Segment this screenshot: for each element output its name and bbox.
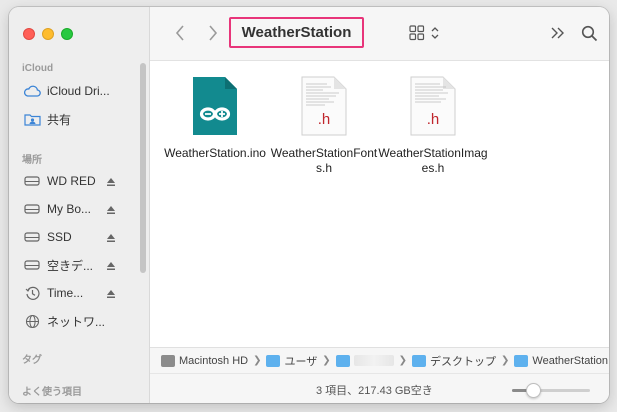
sidebar-item-ssd[interactable]: SSD (23, 227, 72, 247)
sidebar-item-label: SSD (47, 230, 72, 244)
sidebar-item-empty-disk[interactable]: 空きデ... (23, 255, 93, 275)
chevron-left-icon (175, 25, 184, 41)
finder-window: iCloud iCloud Dri... 共有 場所 WD RED My Bo.… (9, 7, 609, 403)
sidebar-item-label: WD RED (47, 174, 96, 188)
eject-icon[interactable] (106, 289, 116, 299)
toolbar: WeatherStation (150, 7, 609, 61)
arduino-file-icon (185, 74, 245, 138)
header-file-icon: .h (294, 74, 354, 138)
shared-folder-icon (23, 111, 41, 127)
search-icon (581, 25, 597, 41)
icon-size-slider[interactable] (512, 389, 590, 392)
sidebar-item-icloud-drive[interactable]: iCloud Dri... (23, 81, 110, 101)
status-text: 3 項目、217.43 GB空き (316, 385, 433, 397)
folder-icon (514, 354, 529, 367)
double-chevron-right-icon (551, 27, 564, 39)
network-icon (23, 313, 41, 329)
sidebar-scrollbar[interactable] (140, 63, 146, 273)
file-area[interactable]: WeatherStation.ino .h WeatherStationFont… (150, 62, 609, 347)
path-label: WeatherStation (532, 354, 609, 367)
window-controls (23, 28, 73, 40)
path-item[interactable]: Macintosh HD (161, 354, 249, 367)
back-button[interactable] (170, 23, 190, 43)
path-label: ユーザ (284, 355, 318, 368)
file-badge: .h (318, 111, 331, 128)
icon-view-grid-icon (409, 25, 439, 41)
path-bar: Macintosh HD ❯ ユーザ ❯ ❯ デスクトップ ❯ WeatherS… (150, 347, 609, 373)
file-name: WeatherStationFonts.h (270, 146, 378, 175)
file-name: WeatherStation.ino (164, 146, 266, 160)
folder-icon (266, 354, 281, 367)
sidebar-item-label: iCloud Dri... (47, 84, 110, 98)
file-item[interactable]: .h WeatherStationFonts.h (269, 74, 379, 176)
folder-icon (412, 354, 427, 367)
status-bar: 3 項目、217.43 GB空き (150, 373, 609, 403)
header-file-icon: .h (403, 74, 463, 138)
path-label: Macintosh HD (179, 354, 249, 367)
drive-icon (23, 257, 41, 273)
file-item[interactable]: .h WeatherStationImages.h (378, 74, 488, 176)
eject-icon[interactable] (106, 205, 116, 215)
sidebar-item-label: 共有 (47, 112, 72, 127)
minimize-button[interactable] (42, 28, 54, 40)
path-label: デスクトップ (430, 355, 497, 368)
redacted-user-name (353, 355, 394, 366)
path-item[interactable]: ユーザ (266, 353, 317, 369)
eject-icon[interactable] (106, 233, 116, 243)
sidebar-item-time-machine[interactable]: Time... (23, 283, 83, 303)
path-item[interactable]: デスクトップ (412, 353, 496, 369)
sidebar-item-label: My Bo... (47, 202, 92, 216)
slider-knob[interactable] (526, 383, 542, 398)
path-separator-icon: ❯ (398, 355, 408, 366)
window-title: WeatherStation (229, 17, 364, 48)
forward-button[interactable] (203, 23, 223, 43)
file-name: WeatherStationImages.h (378, 146, 488, 175)
path-separator-icon: ❯ (501, 355, 510, 366)
file-badge: .h (427, 111, 440, 128)
hard-disk-icon (161, 354, 175, 367)
sidebar-item-label: Time... (47, 286, 84, 300)
sidebar-heading-favorites: よく使う項目 (22, 387, 82, 398)
path-item[interactable]: WeatherStation (514, 354, 609, 367)
path-separator-icon: ❯ (253, 355, 262, 366)
view-mode-button[interactable] (408, 22, 444, 44)
close-button[interactable] (23, 28, 35, 40)
path-separator-icon: ❯ (322, 355, 331, 366)
sidebar-heading-icloud: iCloud (22, 63, 54, 74)
sidebar-item-shared[interactable]: 共有 (23, 109, 71, 129)
drive-icon (23, 201, 41, 217)
sidebar-item-wd-red[interactable]: WD RED (23, 171, 96, 191)
eject-icon[interactable] (106, 261, 116, 271)
time-machine-icon (23, 285, 41, 301)
sidebar: iCloud iCloud Dri... 共有 場所 WD RED My Bo.… (9, 7, 150, 403)
cloud-icon (23, 83, 41, 99)
sidebar-item-label: ネットワ... (47, 314, 106, 329)
sidebar-item-network[interactable]: ネットワ... (23, 311, 105, 331)
zoom-button[interactable] (61, 28, 73, 40)
sidebar-item-label: 空きデ... (47, 258, 94, 273)
path-item[interactable] (335, 354, 394, 367)
home-folder-icon (335, 354, 350, 367)
file-item[interactable]: WeatherStation.ino (160, 74, 270, 161)
search-button[interactable] (579, 22, 599, 44)
more-toolbar-button[interactable] (548, 22, 568, 44)
sidebar-heading-locations: 場所 (22, 155, 42, 166)
eject-icon[interactable] (106, 177, 116, 187)
chevron-right-icon (209, 25, 218, 41)
drive-icon (23, 229, 41, 245)
drive-icon (23, 173, 41, 189)
sidebar-item-my-book[interactable]: My Bo... (23, 199, 91, 219)
sidebar-heading-tags: タグ (22, 355, 42, 366)
